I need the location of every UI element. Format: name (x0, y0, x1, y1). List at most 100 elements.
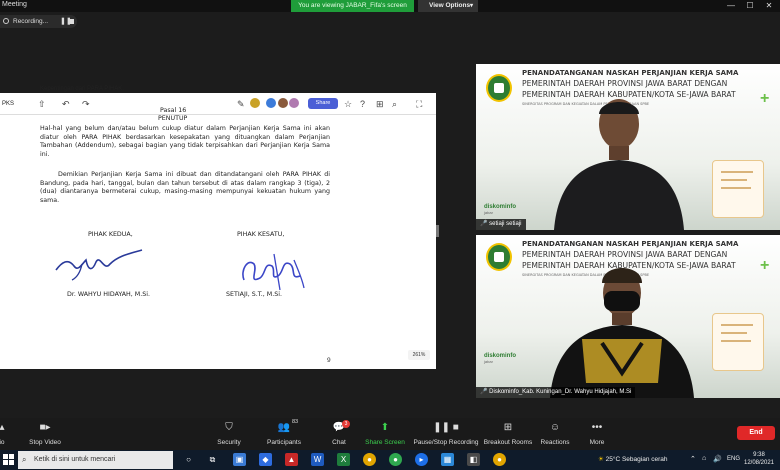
chevron-up-icon[interactable]: ⌃ (690, 455, 696, 463)
plus-icon: + (760, 90, 770, 107)
search-placeholder: Ketik di sini untuk mencari (34, 456, 116, 463)
more-label: More (589, 439, 605, 446)
recording-label: Recording... (13, 18, 49, 25)
signer-left-name: Dr. WAHYU HIDAYAH, M.Si. (67, 291, 150, 298)
page-number: 9 (327, 357, 331, 364)
pause-stop-icon: ❚❚ ■ (433, 422, 459, 433)
weather-widget[interactable]: ☀ 25°C Sebagian cerah (598, 451, 668, 469)
chat-badge: 3 (342, 420, 350, 428)
clock[interactable]: 9:38 12/08/2021 (742, 451, 776, 467)
signature-left (55, 249, 143, 281)
participants-count: 83 (292, 419, 299, 425)
video-tile[interactable]: PENANDATANGANAN NASKAH PERJANJIAN KERJA … (476, 235, 780, 398)
security-label: Security (217, 439, 241, 446)
clock-date: 12/08/2021 (743, 460, 775, 466)
excel-icon[interactable]: X (337, 453, 350, 466)
zoom-level[interactable]: 261% (408, 350, 430, 360)
minimize-icon[interactable]: — (722, 0, 740, 12)
participants-button[interactable]: 👥 83 Participants (256, 419, 312, 446)
share-screen-label: Share Screen (365, 439, 405, 446)
windows-start-icon[interactable] (3, 454, 15, 466)
signer-right-name: SETIAJI, S.T., M.Si. (226, 291, 282, 298)
participant-name: 🎤 setiaji setiaji (476, 219, 526, 230)
pause-recording-button[interactable]: ❚❚ ■ Pause/Stop Recording (410, 420, 482, 446)
network-icon[interactable]: ⌂ (702, 455, 706, 462)
document-body: Pasal 16 PENUTUP Hal-hal yang belum dan/… (40, 107, 330, 205)
article-title: PENUTUP (158, 115, 188, 122)
document-illustration (712, 313, 764, 371)
west-java-logo (486, 74, 512, 102)
participant-video (554, 99, 684, 230)
stop-video-label: Stop Video (29, 439, 61, 446)
star-icon[interactable]: ☆ (344, 98, 352, 110)
cortana-icon[interactable]: ○ (182, 453, 195, 466)
grid-icon[interactable]: ⊞ (376, 98, 384, 110)
clock-time: 9:38 (753, 452, 765, 458)
view-options-label: View Options (429, 2, 471, 9)
app-icon[interactable]: ▣ (233, 453, 246, 466)
party-right-label: PIHAK KESATU, (237, 231, 285, 238)
app-icon[interactable]: ◧ (467, 453, 480, 466)
close-icon[interactable]: ✕ (760, 0, 778, 12)
window-title: Meeting (2, 1, 27, 8)
recording-icon (3, 18, 9, 24)
banner-line-1: PENANDATANGANAN NASKAH PERJANJIAN KERJA … (522, 69, 739, 77)
title-bar: Meeting You are viewing JABAR_Fifa's scr… (0, 0, 780, 12)
document-illustration (712, 160, 764, 218)
scrollbar[interactable] (436, 225, 439, 237)
stop-video-button[interactable]: ■▸ Stop Video (17, 420, 73, 446)
shield-icon: ⛉ (225, 422, 233, 433)
document-name: PKS (2, 101, 15, 107)
maximize-icon[interactable]: ☐ (741, 0, 759, 12)
party-left-label: PIHAK KEDUA, (88, 231, 133, 238)
viewing-banner: You are viewing JABAR_Fifa's screen (291, 0, 414, 12)
signing-paragraph: Demikian Perjanjian Kerja Sama ini dibua… (40, 171, 330, 204)
closing-paragraph: Hal-hal yang belum dan/atau belum cukup … (40, 125, 330, 158)
video-camera-icon: ■▸ (39, 422, 51, 433)
video-tile[interactable]: PENANDATANGANAN NASKAH PERJANJIAN KERJA … (476, 64, 780, 230)
chevron-down-icon: ▾ (469, 3, 473, 9)
org-logo: diskominfo jabar (484, 353, 517, 364)
task-view-icon[interactable]: ⧉ (206, 453, 219, 466)
article-number: Pasal 16 (160, 107, 187, 114)
document-partial-line: Kepentingan dari PARA PIHAK. (40, 86, 124, 92)
word-icon[interactable]: W (311, 453, 324, 466)
zoom-app-icon[interactable]: ▸ (415, 453, 428, 466)
app-icon[interactable]: ◆ (259, 453, 272, 466)
signature-right (242, 253, 305, 291)
search-icon[interactable]: ⌕ (392, 98, 397, 110)
security-button[interactable]: ⛉ Security (201, 420, 257, 446)
plus-icon: + (760, 257, 770, 274)
more-button[interactable]: ••• More (569, 420, 625, 446)
banner-line-1: PENANDATANGANAN NASKAH PERJANJIAN KERJA … (522, 240, 739, 248)
weather-label: 25°C Sebagian cerah (605, 456, 668, 463)
participant-video (550, 268, 694, 398)
org-logo: diskominfo jabar (484, 204, 517, 215)
help-icon[interactable]: ? (360, 98, 365, 110)
participants-icon: 👥 (277, 422, 291, 433)
chrome-icon[interactable]: ● (363, 453, 376, 466)
volume-icon[interactable]: 🔊 (713, 455, 722, 463)
share-screen-icon: ⬆ (380, 422, 390, 433)
view-options-button[interactable]: View Options ▾ (418, 0, 478, 12)
language-indicator[interactable]: ENG (727, 456, 740, 462)
more-icon: ••• (591, 422, 603, 433)
stop-recording-icon[interactable] (69, 19, 74, 24)
pause-recording-label: Pause/Stop Recording (413, 439, 479, 446)
participants-label: Participants (267, 439, 301, 446)
participant-name: 🎤 Diskominfo_Kab. Kuningan_Dr. Wahyu Hid… (476, 387, 636, 398)
search-icon: ⌕ (22, 455, 27, 464)
app-icon[interactable]: ● (389, 453, 402, 466)
fullscreen-icon[interactable]: ⛶ (416, 98, 422, 110)
share-screen-button[interactable]: ⬆ Share Screen (357, 420, 413, 446)
app-icon[interactable]: ▦ (441, 453, 454, 466)
pdf-app-icon[interactable]: ▲ (285, 453, 298, 466)
end-label: End (749, 429, 763, 436)
end-meeting-button[interactable]: End (737, 426, 775, 440)
sun-icon: ☀ (598, 456, 604, 463)
chrome-icon[interactable]: ● (493, 453, 506, 466)
mic-icon: 🎤 (480, 389, 488, 395)
mic-icon: 🎤 (480, 221, 488, 227)
taskbar-search-input[interactable]: ⌕ Ketik di sini untuk mencari (18, 451, 173, 469)
share-label: Share (315, 100, 331, 106)
